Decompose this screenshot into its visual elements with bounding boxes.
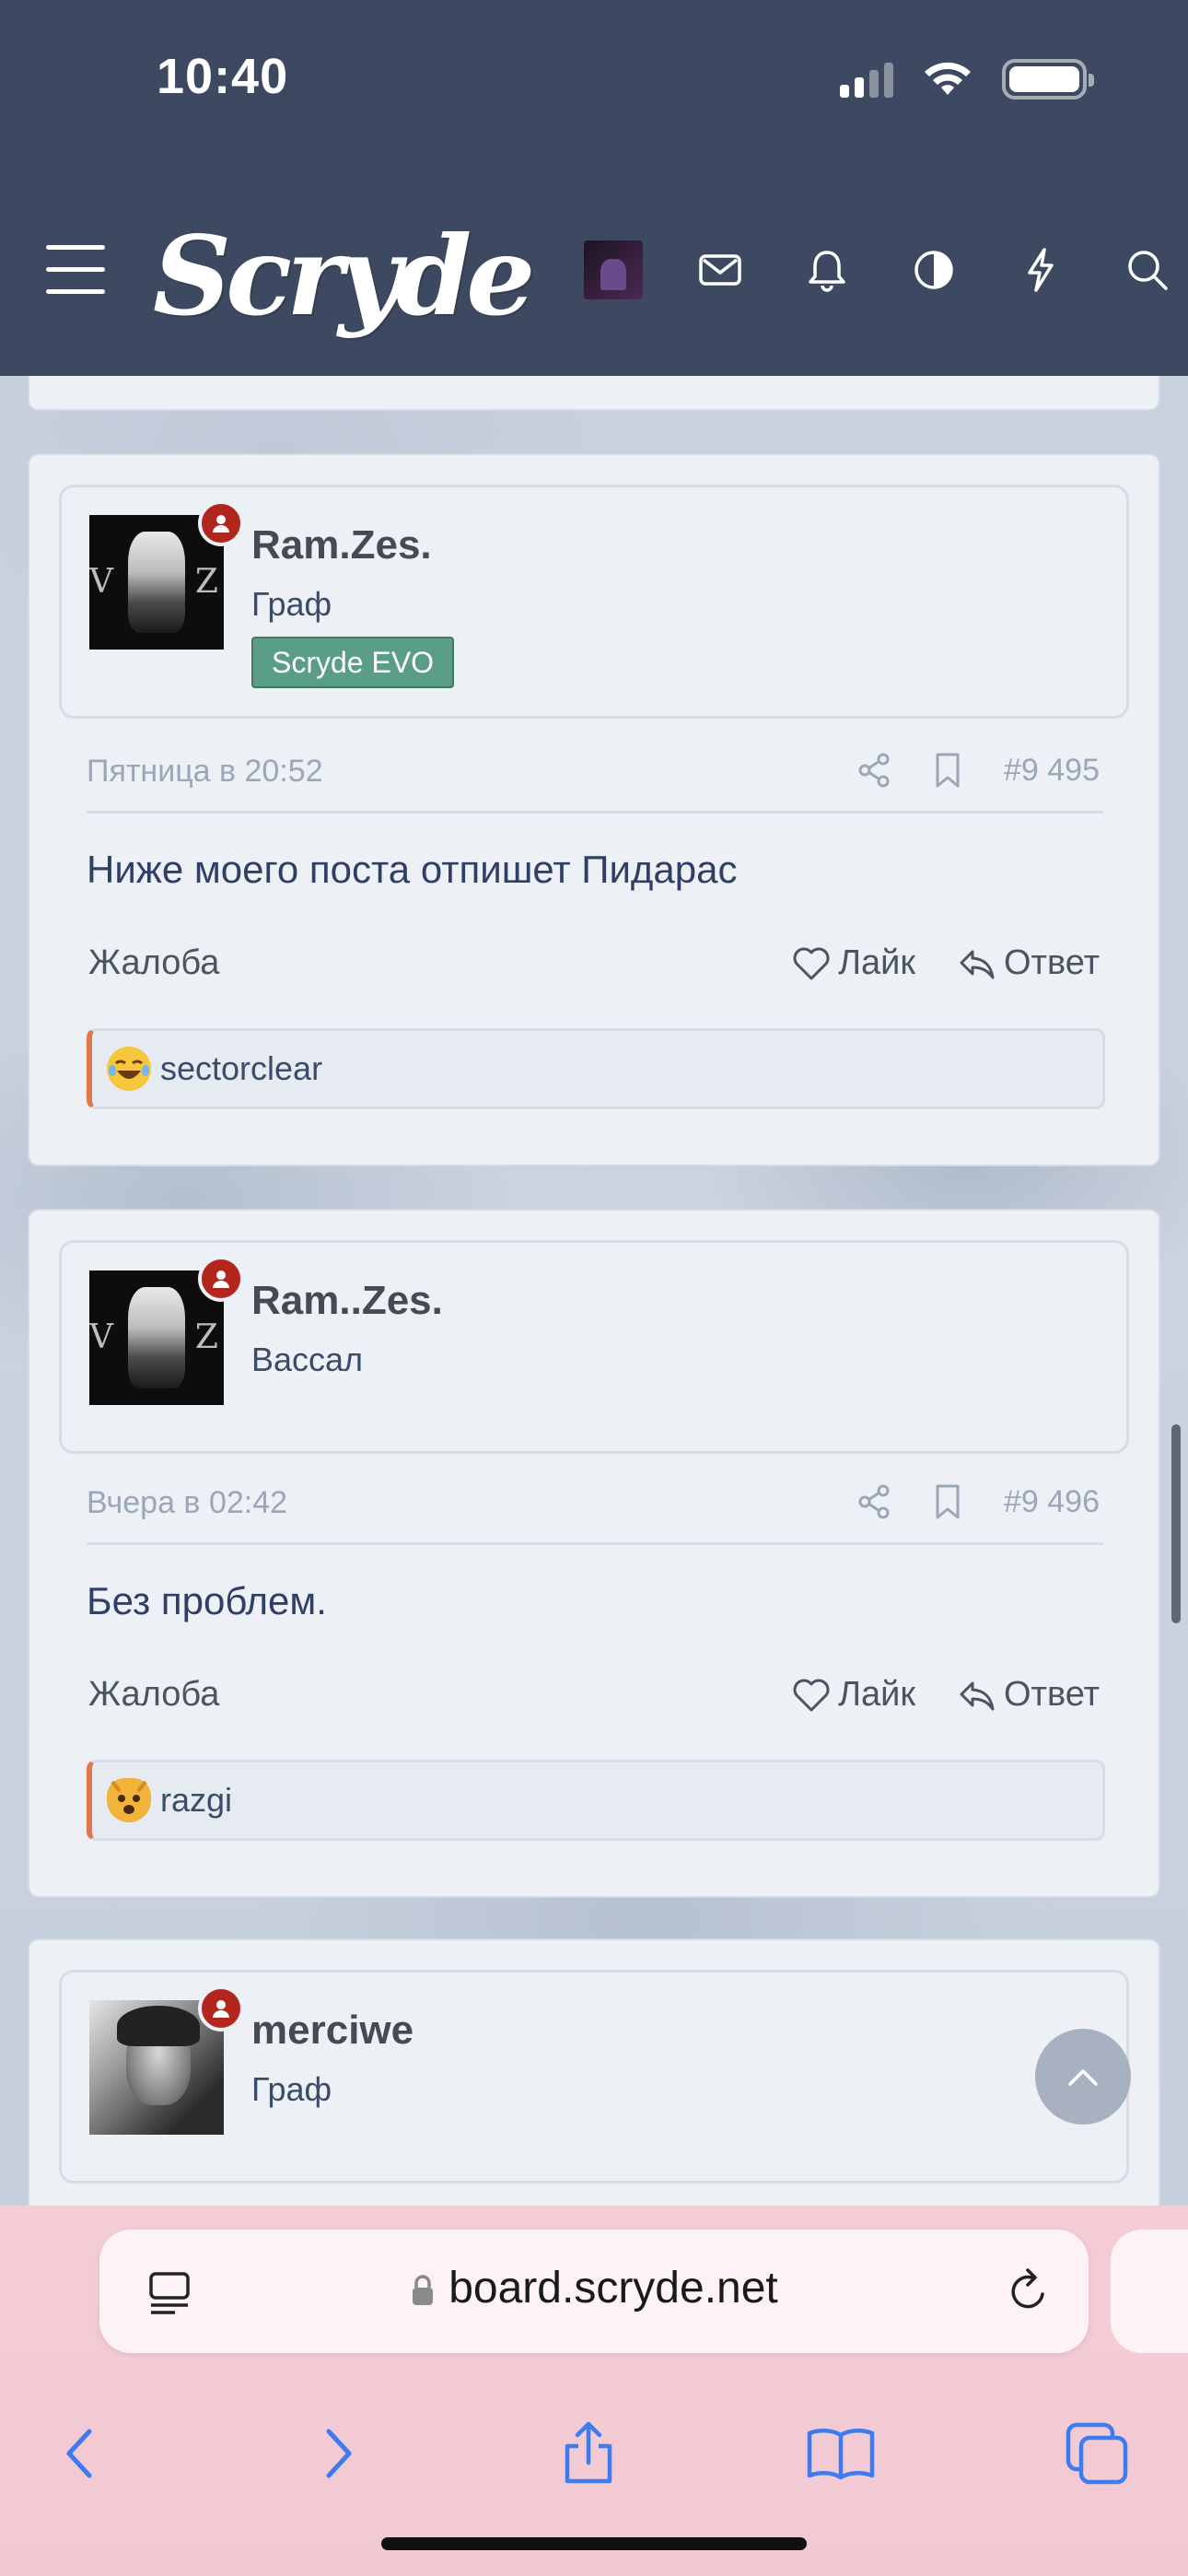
forward-button[interactable] bbox=[297, 2412, 379, 2495]
username[interactable]: Ram.Zes. bbox=[251, 522, 432, 568]
wifi-icon bbox=[925, 62, 971, 95]
reply-icon bbox=[960, 1681, 995, 1710]
divider bbox=[87, 1542, 1103, 1545]
bolt-icon[interactable] bbox=[987, 238, 1094, 302]
reply-label: Ответ bbox=[1004, 943, 1100, 982]
like-label: Лайк bbox=[838, 943, 915, 982]
search-icon[interactable] bbox=[1094, 238, 1188, 302]
status-icons bbox=[840, 59, 1094, 100]
tabs-button[interactable] bbox=[1055, 2412, 1138, 2495]
report-button[interactable]: Жалоба bbox=[88, 1675, 219, 1715]
home-indicator bbox=[381, 2537, 807, 2550]
post-actions: Лайк Ответ bbox=[792, 1675, 1100, 1715]
browser-toolbar: board.scryde.net bbox=[0, 2206, 1188, 2576]
user-info-box: VMZE Ram.Zes. Граф Scryde EVO bbox=[59, 485, 1129, 719]
post-card: VMZE Ram.Zes. Граф Scryde EVO Пятница в … bbox=[28, 453, 1160, 1166]
post-meta-actions: #9 496 bbox=[856, 1483, 1100, 1520]
avatar bbox=[584, 240, 643, 299]
heart-icon bbox=[793, 1679, 830, 1711]
post-number[interactable]: #9 496 bbox=[1004, 1484, 1100, 1520]
back-button[interactable] bbox=[39, 2412, 122, 2495]
username[interactable]: merciwe bbox=[251, 2008, 413, 2054]
reaction-user: sectorclear bbox=[160, 1049, 323, 1087]
post-date[interactable]: Вчера в 02:42 bbox=[87, 1485, 287, 1521]
bookmark-icon[interactable] bbox=[934, 1483, 961, 1520]
url-text: board.scryde.net bbox=[448, 2264, 778, 2313]
online-status-icon bbox=[198, 1256, 244, 1302]
mail-icon[interactable] bbox=[667, 238, 774, 302]
share-icon[interactable] bbox=[856, 1483, 891, 1520]
share-icon[interactable] bbox=[856, 752, 891, 789]
battery-icon bbox=[1002, 59, 1094, 100]
post-number[interactable]: #9 495 bbox=[1004, 753, 1100, 789]
reactions-bar[interactable]: razgi bbox=[87, 1760, 1105, 1841]
online-status-icon bbox=[198, 500, 244, 546]
user-info-box: VMZE Ram..Zes. Вассал bbox=[59, 1240, 1129, 1454]
bookmark-icon[interactable] bbox=[934, 752, 961, 789]
bookmarks-button[interactable] bbox=[799, 2412, 882, 2495]
user-avatar-button[interactable] bbox=[560, 238, 667, 302]
chevron-up-icon bbox=[1068, 2069, 1098, 2086]
post-card: VMZE Ram..Zes. Вассал Вчера в 02:42 #9 4… bbox=[28, 1209, 1160, 1898]
reply-button[interactable]: Ответ bbox=[958, 943, 1100, 983]
tabs-icon bbox=[1066, 2422, 1128, 2485]
cellular-signal-icon bbox=[840, 61, 893, 98]
share-button[interactable] bbox=[547, 2412, 630, 2495]
post-body: Ниже моего поста отпишет Пидарас bbox=[87, 848, 738, 891]
header-icons bbox=[560, 238, 1188, 302]
next-tab-preview[interactable] bbox=[1111, 2230, 1188, 2353]
scrollbar[interactable] bbox=[1171, 1424, 1181, 1623]
book-icon bbox=[807, 2429, 875, 2480]
share-sheet-icon bbox=[565, 2421, 612, 2484]
menu-icon[interactable] bbox=[46, 245, 105, 294]
url-display[interactable]: board.scryde.net bbox=[99, 2263, 1089, 2313]
reactions-bar[interactable]: sectorclear bbox=[87, 1028, 1105, 1109]
reload-icon[interactable] bbox=[1006, 2266, 1052, 2316]
lock-icon bbox=[413, 2275, 434, 2306]
scroll-to-top-button[interactable] bbox=[1035, 2029, 1131, 2125]
contrast-icon[interactable] bbox=[880, 238, 987, 302]
status-time: 10:40 bbox=[157, 49, 289, 104]
browser-nav-toolbar bbox=[0, 2395, 1188, 2506]
cat-emoji-icon bbox=[107, 1778, 151, 1822]
site-header: 10:40 Scryde bbox=[0, 0, 1188, 376]
user-title: Граф bbox=[251, 2070, 332, 2108]
report-button[interactable]: Жалоба bbox=[88, 943, 219, 983]
laughing-emoji-icon bbox=[107, 1047, 151, 1091]
bell-icon[interactable] bbox=[774, 238, 880, 302]
reply-icon bbox=[960, 950, 995, 978]
reply-label: Ответ bbox=[1004, 1675, 1100, 1714]
post-body: Без проблем. bbox=[87, 1579, 327, 1622]
reply-button[interactable]: Ответ bbox=[958, 1675, 1100, 1715]
user-info-box: merciwe Граф bbox=[59, 1970, 1129, 2184]
address-bar[interactable]: board.scryde.net bbox=[99, 2230, 1089, 2353]
user-title: Граф bbox=[251, 585, 332, 623]
like-button[interactable]: Лайк bbox=[792, 1675, 915, 1715]
user-banner: Scryde EVO bbox=[251, 637, 455, 688]
user-title: Вассал bbox=[251, 1341, 364, 1378]
like-label: Лайк bbox=[838, 1675, 915, 1714]
divider bbox=[87, 811, 1103, 814]
like-button[interactable]: Лайк bbox=[792, 943, 915, 983]
site-logo[interactable]: Scryde bbox=[153, 212, 535, 340]
nav-row: Scryde bbox=[0, 205, 1188, 340]
chevron-left-icon bbox=[66, 2429, 92, 2478]
post-date[interactable]: Пятница в 20:52 bbox=[87, 754, 323, 790]
reaction-user: razgi bbox=[160, 1781, 233, 1819]
heart-icon bbox=[793, 947, 830, 979]
post-meta-actions: #9 495 bbox=[856, 752, 1100, 789]
username[interactable]: Ram..Zes. bbox=[251, 1278, 443, 1324]
chevron-right-icon bbox=[326, 2429, 352, 2478]
post-actions: Лайк Ответ bbox=[792, 943, 1100, 983]
post-card: merciwe Граф bbox=[28, 1938, 1160, 2233]
online-status-icon bbox=[198, 1985, 244, 2032]
